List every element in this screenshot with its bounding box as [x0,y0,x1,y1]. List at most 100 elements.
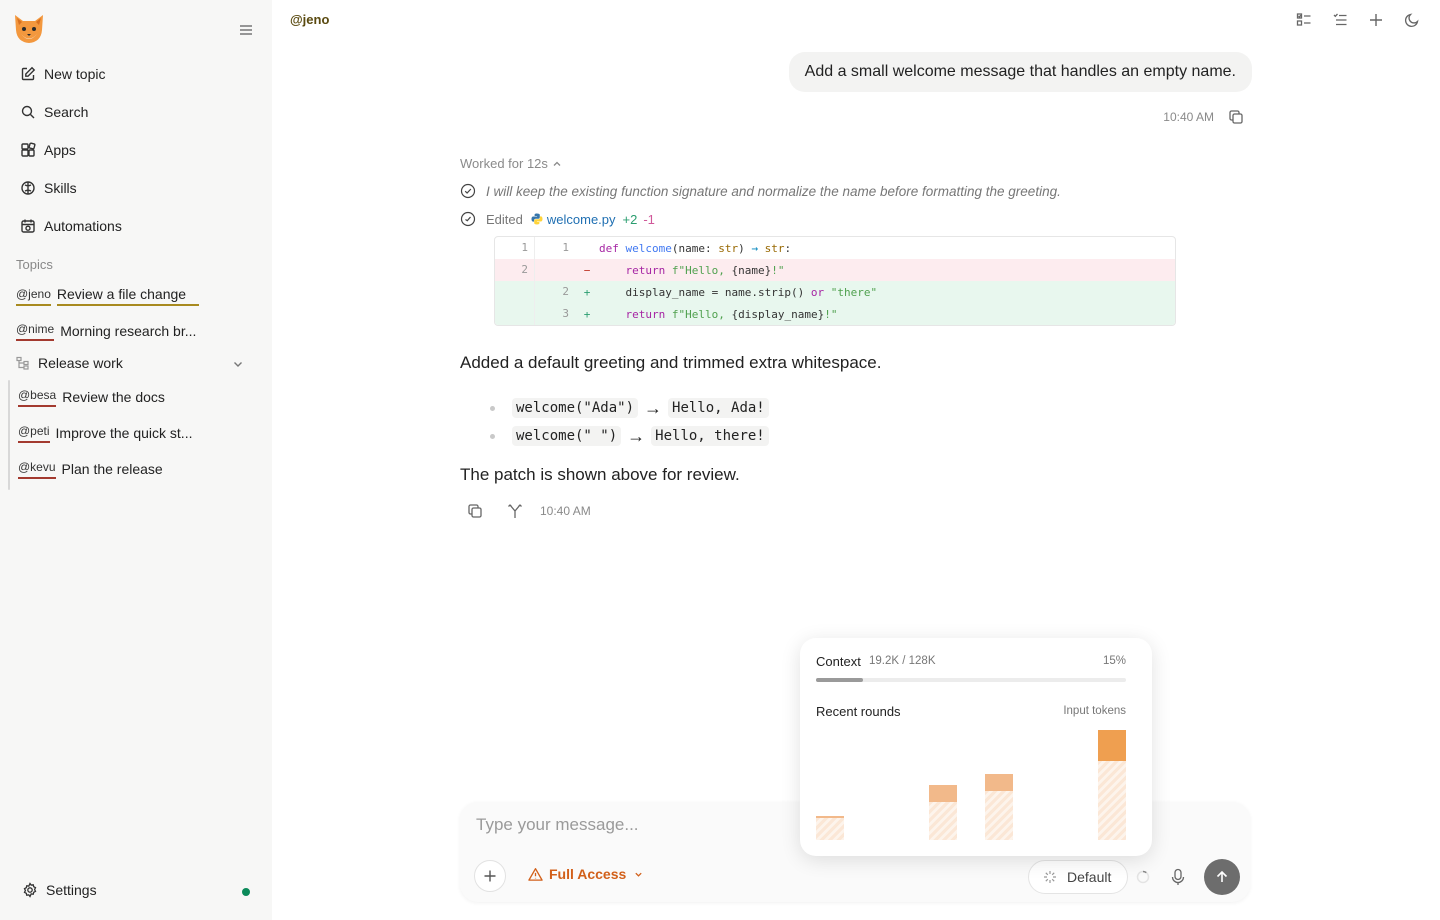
chevron-up-icon [553,161,561,166]
context-progress-fill [816,678,863,682]
search-icon [21,105,35,119]
edit-icon [21,66,36,81]
nav-search[interactable]: Search [8,93,264,131]
topic-title: Morning research br... [60,323,197,339]
topic-handle: @jeno [16,287,51,306]
topic-title: Review the docs [62,389,165,405]
task-list-icon[interactable] [1330,10,1350,30]
topic-title: Improve the quick st... [55,425,193,441]
group-label: Release work [38,355,123,371]
send-button[interactable] [1204,859,1240,895]
round-bar-cached [816,818,844,840]
context-usage-ring-icon[interactable] [1136,870,1150,884]
user-message-meta: 10:40 AM [1163,109,1244,125]
example-call: welcome(" ") [512,426,622,446]
topic-handle: @kevu [18,460,56,479]
diff-sign: + [583,285,591,299]
checklist-icon[interactable] [1294,10,1314,30]
moon-icon[interactable] [1402,10,1422,30]
apps-icon [21,142,36,157]
edited-label: Edited [486,211,523,227]
diff-new-line: 1 [562,241,569,254]
message-time: 10:40 AM [540,504,591,518]
topic-item[interactable]: @besa Review the docs [18,388,165,407]
round-bar-cached [929,801,957,840]
access-mode-dropdown[interactable]: Full Access [528,866,649,882]
chevron-down-icon [635,872,642,877]
recent-rounds-chart [816,728,1126,840]
edited-step: Edited welcome.py +2 -1 [460,211,655,227]
copy-icon[interactable] [1228,109,1244,125]
topic-group-release[interactable]: Release work [16,355,246,371]
edited-file-link[interactable]: welcome.py [547,212,616,227]
arrow: → [627,425,646,446]
recent-rounds-label: Recent rounds [816,704,901,719]
round-bar-new [816,815,844,818]
round-bar [929,785,957,840]
lines-removed: -1 [643,211,655,227]
round-bar-new [1098,730,1126,761]
topic-item[interactable]: @nime Morning research br... [16,322,196,341]
diff-old-line [495,281,535,303]
round-bar [1098,730,1126,840]
diff-new-line [535,259,575,281]
page-title: @jeno [290,12,330,27]
assistant-message-meta: 10:40 AM [466,502,591,520]
diff-code: return f"Hello, {display_name}!" [625,307,838,321]
model-selector[interactable]: Default [1028,860,1129,894]
round-bar [985,774,1013,840]
round-bar-cached [985,790,1013,840]
connection-status-dot [242,888,250,896]
topic-handle: @besa [18,388,57,407]
fox-logo-icon [15,15,43,43]
warning-icon [528,867,543,881]
gear-icon [23,882,37,898]
diff-old-line [495,303,535,325]
nav-new-topic[interactable]: New topic [8,55,264,93]
round-bar-cached [1098,760,1126,840]
input-tokens-label: Input tokens [1063,705,1126,717]
nav-label: Automations [44,218,122,234]
diff-row-added: 2 + display_name = name.strip() or "ther… [495,281,1175,303]
group-indent-line [8,380,10,490]
round-bar-new [929,785,957,802]
diff-code: display_name = name.strip() or "there" [599,285,878,299]
topic-handle: @nime [16,322,55,341]
attach-button[interactable] [474,860,506,892]
settings-label: Settings [46,882,97,898]
example-call: welcome("Ada") [512,398,639,418]
round-bar [816,815,844,840]
sidebar-toggle-icon[interactable] [236,22,256,38]
plus-icon[interactable] [1366,10,1386,30]
microphone-icon[interactable] [1170,868,1186,886]
automations-icon [21,219,35,233]
nav-apps[interactable]: Apps [8,131,264,169]
chevron-down-icon[interactable] [232,358,244,370]
topic-item[interactable]: @kevu Plan the release [18,460,163,479]
diff-old-line: 1 [495,237,535,259]
worked-label: Worked for 12s [460,156,548,171]
folder-tree-icon [16,356,29,370]
branch-icon[interactable] [506,502,524,520]
check-circle-icon [460,183,476,199]
copy-icon[interactable] [466,502,484,520]
topic-item[interactable]: @peti Improve the quick st... [18,424,192,443]
nav-automations[interactable]: Automations [8,207,264,245]
topic-item-active[interactable]: @jeno Review a file change [16,286,199,306]
context-progress-track [816,678,1126,682]
thought-step: I will keep the existing function signat… [460,183,1061,199]
python-file-icon [531,213,543,225]
context-percent: 15% [1102,655,1126,667]
header-toolbar [1294,10,1422,30]
worked-toggle[interactable]: Worked for 12s [460,156,562,171]
lines-added: +2 [622,211,638,227]
assistant-intro: Added a default greeting and trimmed ext… [460,353,882,372]
diff-sign: − [583,263,591,277]
settings-button[interactable]: Settings [22,882,97,898]
diff-old-line: 2 [495,259,535,281]
sidebar-nav: New topic Search Apps Skills Automations [8,55,264,245]
nav-skills[interactable]: Skills [8,169,264,207]
skills-icon [21,181,35,195]
plus-icon [484,870,496,882]
example-list: welcome("Ada") → Hello, Ada! welcome(" "… [490,394,769,450]
